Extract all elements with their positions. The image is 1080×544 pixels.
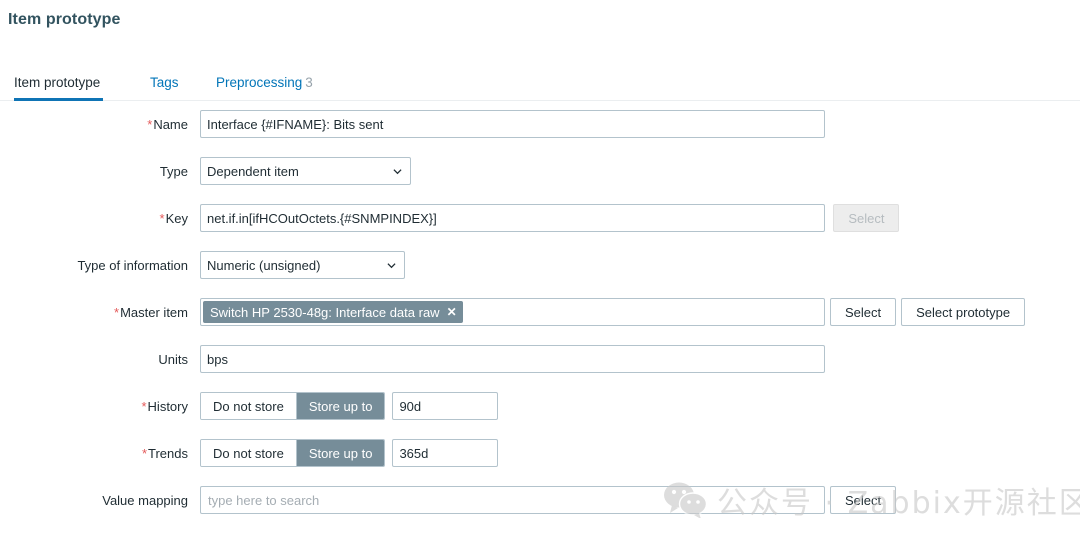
value-mapping-select-button[interactable]: Select: [830, 486, 897, 514]
history-value-input[interactable]: [392, 392, 499, 420]
history-option-do-not-store[interactable]: Do not store: [201, 393, 297, 419]
label-master-item: *Master item: [114, 305, 188, 320]
label-history: *History: [141, 399, 188, 414]
form-row-value-mapping: Value mapping Select: [0, 484, 1080, 531]
history-mode-toggle[interactable]: Do not store Store up to: [200, 392, 386, 420]
field-history: Do not store Store up to: [200, 392, 499, 420]
master-item-chip[interactable]: Switch HP 2530-48g: Interface data raw ✕: [203, 301, 463, 323]
field-value-mapping: Select: [200, 486, 897, 514]
units-input[interactable]: [200, 345, 825, 373]
key-select-button[interactable]: Select: [833, 204, 900, 232]
field-type: Dependent item: [200, 157, 411, 185]
master-item-select-button[interactable]: Select: [830, 298, 897, 326]
field-trends: Do not store Store up to: [200, 439, 499, 467]
key-input[interactable]: [200, 204, 825, 232]
tab-count: 3: [305, 75, 313, 90]
history-option-store-up-to[interactable]: Store up to: [296, 393, 385, 419]
type-of-information-select[interactable]: Numeric (unsigned): [200, 251, 405, 279]
label-units: Units: [158, 352, 188, 367]
tab-bar: Item prototype Tags Preprocessing 3: [0, 70, 1080, 101]
label-name: *Name: [147, 117, 188, 132]
master-item-select-prototype-button[interactable]: Select prototype: [901, 298, 1026, 326]
form-row-name: *Name: [0, 108, 1080, 155]
trends-value-input[interactable]: [392, 439, 499, 467]
trends-option-do-not-store[interactable]: Do not store: [201, 440, 297, 466]
required-asterisk: *: [141, 399, 147, 414]
tab-label: Tags: [150, 75, 179, 90]
name-input[interactable]: [200, 110, 825, 138]
tab-label: Preprocessing: [216, 75, 303, 90]
required-asterisk: *: [159, 211, 165, 226]
required-asterisk: *: [141, 446, 148, 461]
trends-option-store-up-to[interactable]: Store up to: [296, 440, 385, 466]
tab-tags[interactable]: Tags: [150, 70, 182, 100]
form-row-type-of-information: Type of information Numeric (unsigned): [0, 249, 1080, 296]
form-row-type: Type Dependent item: [0, 155, 1080, 202]
field-type-of-information: Numeric (unsigned): [200, 251, 405, 279]
field-master-item: Switch HP 2530-48g: Interface data raw ✕…: [200, 298, 1026, 326]
value-mapping-search-input[interactable]: [200, 486, 825, 514]
tab-item-prototype[interactable]: Item prototype: [14, 70, 104, 101]
item-prototype-form: *Name Type Dependent item *Key: [0, 108, 1080, 531]
required-asterisk: *: [114, 305, 120, 320]
type-select[interactable]: Dependent item: [200, 157, 411, 185]
label-type-of-information: Type of information: [77, 258, 188, 273]
page-title: Item prototype: [8, 11, 121, 28]
field-name: [200, 110, 825, 138]
form-row-history: *History Do not store Store up to: [0, 390, 1080, 437]
master-item-chip-label: Switch HP 2530-48g: Interface data raw: [210, 304, 440, 320]
label-key: *Key: [159, 211, 188, 226]
field-units: [200, 345, 825, 373]
form-row-units: Units: [0, 343, 1080, 390]
trends-mode-toggle[interactable]: Do not store Store up to: [200, 439, 386, 467]
tab-label: Item prototype: [14, 75, 101, 90]
form-row-master-item: *Master item Switch HP 2530-48g: Interfa…: [0, 296, 1080, 343]
required-asterisk: *: [147, 117, 153, 132]
form-row-key: *Key Select: [0, 202, 1080, 249]
master-item-multiselect[interactable]: Switch HP 2530-48g: Interface data raw ✕: [200, 298, 825, 326]
label-value-mapping: Value mapping: [102, 493, 188, 508]
field-key: Select: [200, 204, 900, 232]
tab-preprocessing[interactable]: Preprocessing 3: [216, 70, 313, 100]
form-row-trends: *Trends Do not store Store up to: [0, 437, 1080, 484]
label-trends: *Trends: [141, 446, 188, 461]
close-icon[interactable]: ✕: [447, 306, 457, 318]
label-type: Type: [159, 164, 188, 179]
